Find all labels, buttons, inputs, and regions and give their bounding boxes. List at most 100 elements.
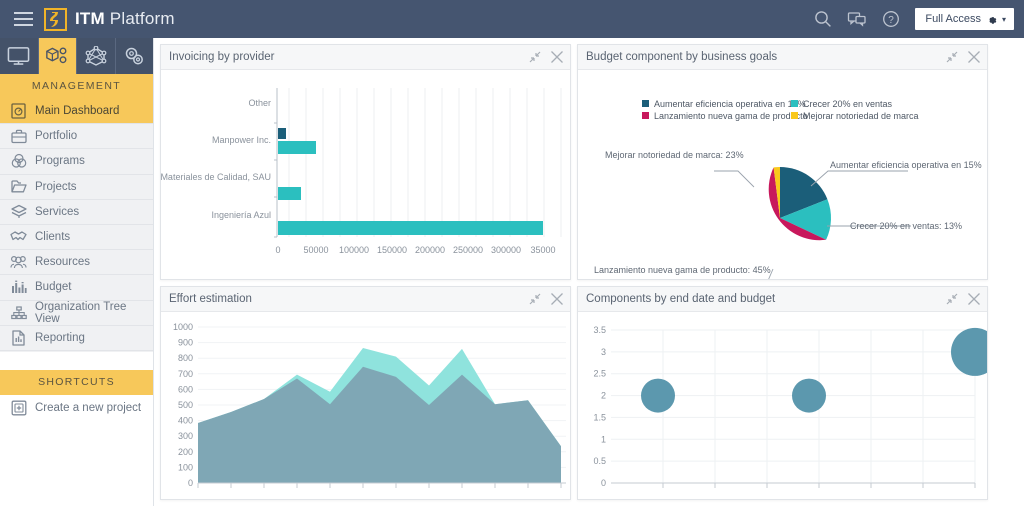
collapse-icon[interactable] (946, 51, 958, 63)
svg-text:900: 900 (178, 338, 193, 348)
brand-light: Platform (105, 9, 175, 28)
help-icon[interactable]: ? (881, 9, 901, 29)
app-header: ITM Platform ? Full Access ▾ (0, 0, 1024, 38)
handshake-icon (10, 229, 27, 246)
venn-circles-icon (10, 153, 27, 170)
chart-invoicing-by-provider: Other Manpower Inc. Materiales de Calida… (161, 70, 570, 279)
search-icon[interactable] (813, 9, 833, 29)
add-box-icon (10, 399, 27, 416)
org-tree-icon (10, 304, 27, 321)
svg-text:Lanzamiento nueva gama de prod: Lanzamiento nueva gama de producto: 45% (594, 265, 771, 275)
sidebar-item-label: Services (35, 206, 79, 218)
sidebar-item-label: Reporting (35, 332, 85, 344)
chart-components-by-end-date-and-budget: 3.5 3 2.5 2 1.5 1 0.5 0 (578, 312, 987, 499)
panel-actions (529, 50, 564, 64)
collapse-icon[interactable] (529, 51, 541, 63)
svg-text:Aumentar eficiencia operativa: Aumentar eficiencia operativa en 15% (654, 99, 806, 109)
sidebar-item-organization-tree-view[interactable]: Organization Tree View (0, 301, 153, 326)
panel-header: Invoicing by provider (161, 45, 570, 70)
sidebar-item-label: Budget (35, 281, 71, 293)
svg-text:300: 300 (178, 431, 193, 441)
layers-icon (10, 203, 27, 220)
dashboard-icon (10, 103, 27, 120)
panel-header: Components by end date and budget (578, 287, 987, 312)
sidebar-item-label: Portfolio (35, 130, 77, 142)
sidebar-item-label: Main Dashboard (35, 105, 119, 117)
svg-text:0: 0 (601, 478, 606, 488)
bar-chart-svg: Other Manpower Inc. Materiales de Calida… (161, 70, 570, 279)
svg-text:1000: 1000 (173, 322, 193, 332)
panel-components-by-end-date-and-budget: Components by end date and budget (577, 286, 988, 500)
close-icon[interactable] (967, 50, 981, 64)
sidebar: MANAGEMENT Main Dashboard Portfolio Prog… (0, 38, 154, 506)
brand-bold: ITM (75, 9, 105, 28)
bubble-chart-svg: 3.5 3 2.5 2 1.5 1 0.5 0 (578, 312, 987, 499)
svg-text:2.5: 2.5 (593, 369, 606, 379)
sidebar-shortcut-create-new-project[interactable]: Create a new project (0, 395, 153, 421)
svg-text:400: 400 (178, 416, 193, 426)
chart-effort-estimation: 1000 900 800 700 600 500 400 300 200 100… (161, 312, 570, 499)
collapse-icon[interactable] (529, 293, 541, 305)
itm-logo-icon (44, 8, 67, 31)
brand: ITM Platform (44, 8, 175, 31)
svg-text:0: 0 (188, 478, 193, 488)
svg-text:Manpower Inc.: Manpower Inc. (212, 135, 271, 145)
app-title: ITM Platform (75, 9, 175, 29)
sidebar-item-services[interactable]: Services (0, 200, 153, 225)
sidebar-tab-management[interactable] (39, 38, 78, 74)
svg-text:700: 700 (178, 369, 193, 379)
folder-icon (10, 178, 27, 195)
panel-invoicing-by-provider: Invoicing by provider (160, 44, 571, 280)
sidebar-item-resources[interactable]: Resources (0, 250, 153, 275)
sidebar-item-clients[interactable]: Clients (0, 225, 153, 250)
panel-header: Effort estimation (161, 287, 570, 312)
svg-text:Crecer 20% en ventas: 13%: Crecer 20% en ventas: 13% (850, 221, 962, 231)
close-icon[interactable] (967, 292, 981, 306)
panel-budget-component-by-business-goals: Budget component by business goals Aumen… (577, 44, 988, 280)
sidebar-item-reporting[interactable]: Reporting (0, 326, 153, 351)
collapse-icon[interactable] (946, 293, 958, 305)
sidebar-tab-network[interactable] (77, 38, 116, 74)
close-icon[interactable] (550, 292, 564, 306)
sidebar-section-title: MANAGEMENT (0, 74, 153, 99)
svg-text:600: 600 (178, 384, 193, 394)
chat-icon[interactable] (847, 9, 867, 29)
panel-actions (946, 50, 981, 64)
svg-text:3: 3 (601, 347, 606, 357)
panel-title: Invoicing by provider (169, 51, 274, 63)
svg-text:50000: 50000 (303, 245, 328, 255)
svg-text:100000: 100000 (339, 245, 369, 255)
sidebar-item-portfolio[interactable]: Portfolio (0, 124, 153, 149)
panel-effort-estimation: Effort estimation (160, 286, 571, 500)
briefcase-icon (10, 128, 27, 145)
people-icon (10, 254, 27, 271)
svg-text:Other: Other (248, 98, 271, 108)
panel-actions (946, 292, 981, 306)
pie-chart-svg: Aumentar eficiencia operativa en 15% Cre… (578, 70, 987, 279)
full-access-label: Full Access (925, 13, 981, 25)
panel-title: Budget component by business goals (586, 51, 777, 63)
hamburger-icon[interactable] (0, 0, 44, 38)
widget-grid: Invoicing by provider (160, 44, 1019, 500)
sidebar-item-projects[interactable]: Projects (0, 175, 153, 200)
sidebar-tab-monitor[interactable] (0, 38, 39, 74)
svg-text:250000: 250000 (453, 245, 483, 255)
gear-icon (986, 14, 997, 25)
svg-text:300000: 300000 (491, 245, 521, 255)
sidebar-item-main-dashboard[interactable]: Main Dashboard (0, 99, 153, 124)
sidebar-item-label: Resources (35, 256, 90, 268)
panel-title: Effort estimation (169, 293, 252, 305)
area-chart-svg: 1000 900 800 700 600 500 400 300 200 100… (161, 312, 570, 499)
header-actions: ? Full Access ▾ (813, 8, 1024, 30)
sidebar-tab-settings[interactable] (116, 38, 154, 74)
sidebar-item-programs[interactable]: Programs (0, 149, 153, 174)
svg-text:0.5: 0.5 (593, 456, 606, 466)
sidebar-item-budget[interactable]: Budget (0, 275, 153, 300)
svg-text:800: 800 (178, 353, 193, 363)
svg-text:100: 100 (178, 462, 193, 472)
close-icon[interactable] (550, 50, 564, 64)
panel-header: Budget component by business goals (578, 45, 987, 70)
sidebar-shortcuts-title: SHORTCUTS (0, 370, 153, 395)
svg-text:Mejorar notoriedad de marca: Mejorar notoriedad de marca (803, 111, 919, 121)
full-access-button[interactable]: Full Access ▾ (915, 8, 1014, 30)
